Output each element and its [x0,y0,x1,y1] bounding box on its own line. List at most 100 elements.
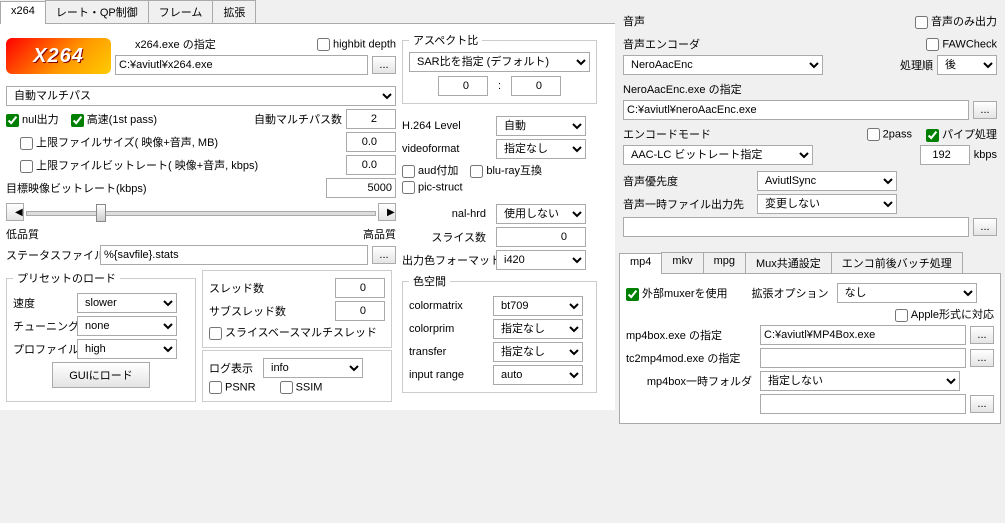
videoformat-select[interactable]: 指定なし [496,139,586,159]
audio-tempout-label: 音声一時ファイル出力先 [623,196,753,212]
tab-rateqp[interactable]: レート・QP制御 [45,0,149,23]
audio-encoder-label: 音声エンコーダ [623,36,723,52]
tab-muxcommon[interactable]: Mux共通設定 [745,252,832,273]
transfer-select[interactable]: 指定なし [493,342,583,362]
aud-checkbox[interactable]: aud付加 [402,162,458,178]
colormatrix-select[interactable]: bt709 [493,296,583,316]
quality-slider[interactable] [26,202,376,222]
bluray-checkbox[interactable]: blu-ray互換 [470,162,542,178]
tab-x264[interactable]: x264 [0,1,46,24]
aspect-v1[interactable] [438,76,488,96]
extopt-select[interactable]: なし [837,283,977,303]
order-label: 処理順 [900,57,933,73]
upper-filerate-checkbox[interactable]: 上限ファイルビットレート( 映像+音声, kbps) [20,157,258,173]
twopass-checkbox[interactable]: 2pass [867,128,912,141]
log-select[interactable]: info [263,358,363,378]
upper-filesize-checkbox[interactable]: 上限ファイルサイズ( 映像+音声, MB) [20,134,218,150]
aspect-mode[interactable]: SAR比を指定 (デフォルト) [409,52,590,72]
mp4tmp-browse[interactable]: ... [970,395,994,413]
subthreads-val[interactable] [335,301,385,321]
audio-title: 音声 [623,13,645,29]
tc2mp4-browse[interactable]: ... [970,349,994,367]
colorprim-select[interactable]: 指定なし [493,319,583,339]
tab-frame[interactable]: フレーム [148,0,214,23]
slices-val[interactable] [496,227,586,247]
tab-mkv[interactable]: mkv [661,252,703,273]
aspect-colon: : [498,80,501,92]
audio-exe-path[interactable] [623,100,969,120]
preset-legend: プリセットのロード [13,270,120,286]
outcolor-select[interactable]: i420 [496,250,586,270]
audio-encoder-select[interactable]: NeroAacEnc [623,55,823,75]
kbps-label: kbps [974,149,997,161]
audio-tempout-browse[interactable]: ... [973,218,997,236]
threads-val[interactable] [335,278,385,298]
statusfile-browse[interactable]: ... [372,246,396,264]
audio-only-checkbox[interactable]: 音声のみ出力 [915,13,997,29]
autopass-spinner[interactable] [346,109,396,129]
tune-select[interactable]: none [77,316,177,336]
ssim-checkbox[interactable]: SSIM [280,381,323,394]
mux-tabs: mp4 mkv mpg Mux共通設定 エンコ前後バッチ処理 [619,252,1001,274]
inputrange-select[interactable]: auto [493,365,583,385]
audio-exe-browse[interactable]: ... [973,101,997,119]
quality-low-label: 低品質 [6,226,39,242]
tab-batch[interactable]: エンコ前後バッチ処理 [831,252,963,273]
psnr-checkbox[interactable]: PSNR [209,381,256,394]
audio-mode-label: エンコードモード [623,126,711,142]
h264level-select[interactable]: 自動 [496,116,586,136]
autopass-label: 自動マルチパス数 [254,111,342,127]
audio-bitrate[interactable] [920,145,970,165]
tab-ext[interactable]: 拡張 [212,0,256,23]
highbit-checkbox[interactable]: highbit depth [317,38,396,51]
extmuxer-checkbox[interactable]: 外部muxerを使用 [626,285,728,301]
x264exe-label: x264.exe の指定 [135,36,216,52]
nalhrd-select[interactable]: 使用しない [496,204,586,224]
inputrange-label: input range [409,369,489,381]
gui-load-button[interactable]: GUIにロード [52,362,150,388]
mp4tmp-path[interactable] [760,394,966,414]
aspect-v2[interactable] [511,76,561,96]
slider-left[interactable]: ◀ [6,203,24,221]
mp4box-path[interactable] [760,325,966,345]
audio-mode-select[interactable]: AAC-LC ビットレート指定 [623,145,813,165]
picstruct-checkbox[interactable]: pic-struct [402,181,463,194]
mp4tmp-select[interactable]: 指定しない [760,371,960,391]
x264exe-browse[interactable]: ... [372,56,396,74]
tab-mpg[interactable]: mpg [703,252,746,273]
upper-filerate-val[interactable] [346,155,396,175]
target-bitrate-val[interactable] [326,178,396,198]
audio-tempout-path[interactable] [623,217,969,237]
multipass-mode-select[interactable]: 自動マルチパス [6,86,396,106]
nulout-checkbox[interactable]: nul出力 [6,111,59,127]
subthreads-label: サブスレッド数 [209,303,331,319]
statusfile-val[interactable] [100,245,368,265]
mp4tmp-label: mp4box一時フォルダ [626,373,756,389]
colorspace-legend: 色空間 [409,273,450,289]
tc2mp4-path[interactable] [760,348,966,368]
apple-checkbox[interactable]: Apple形式に対応 [895,306,994,322]
mp4box-browse[interactable]: ... [970,326,994,344]
h264level-label: H.264 Level [402,120,492,132]
pipe-checkbox[interactable]: パイプ処理 [926,126,997,142]
order-select[interactable]: 後 [937,55,997,75]
upper-filesize-val[interactable] [346,132,396,152]
slices-label: スライス数 [402,229,492,245]
audio-priority-select[interactable]: AviutlSync [757,171,897,191]
speed-label: 速度 [13,295,73,311]
colorprim-label: colorprim [409,323,489,335]
slicebase-checkbox[interactable]: スライスベースマルチスレッド [209,324,377,340]
tab-mp4[interactable]: mp4 [619,253,662,274]
profile-select[interactable]: high [77,339,177,359]
audio-tempout-select[interactable]: 変更しない [757,194,897,214]
x264exe-path[interactable] [115,55,368,75]
fawcheck-checkbox[interactable]: FAWCheck [926,38,997,51]
mp4box-label: mp4box.exe の指定 [626,327,756,343]
threads-label: スレッド数 [209,280,331,296]
fast1st-checkbox[interactable]: 高速(1st pass) [71,111,157,127]
log-label: ログ表示 [209,360,253,376]
aspect-legend: アスペクト比 [409,32,482,48]
audio-exe-label: NeroAacEnc.exe の指定 [623,81,742,97]
slider-right[interactable]: ▶ [378,203,396,221]
speed-select[interactable]: slower [77,293,177,313]
